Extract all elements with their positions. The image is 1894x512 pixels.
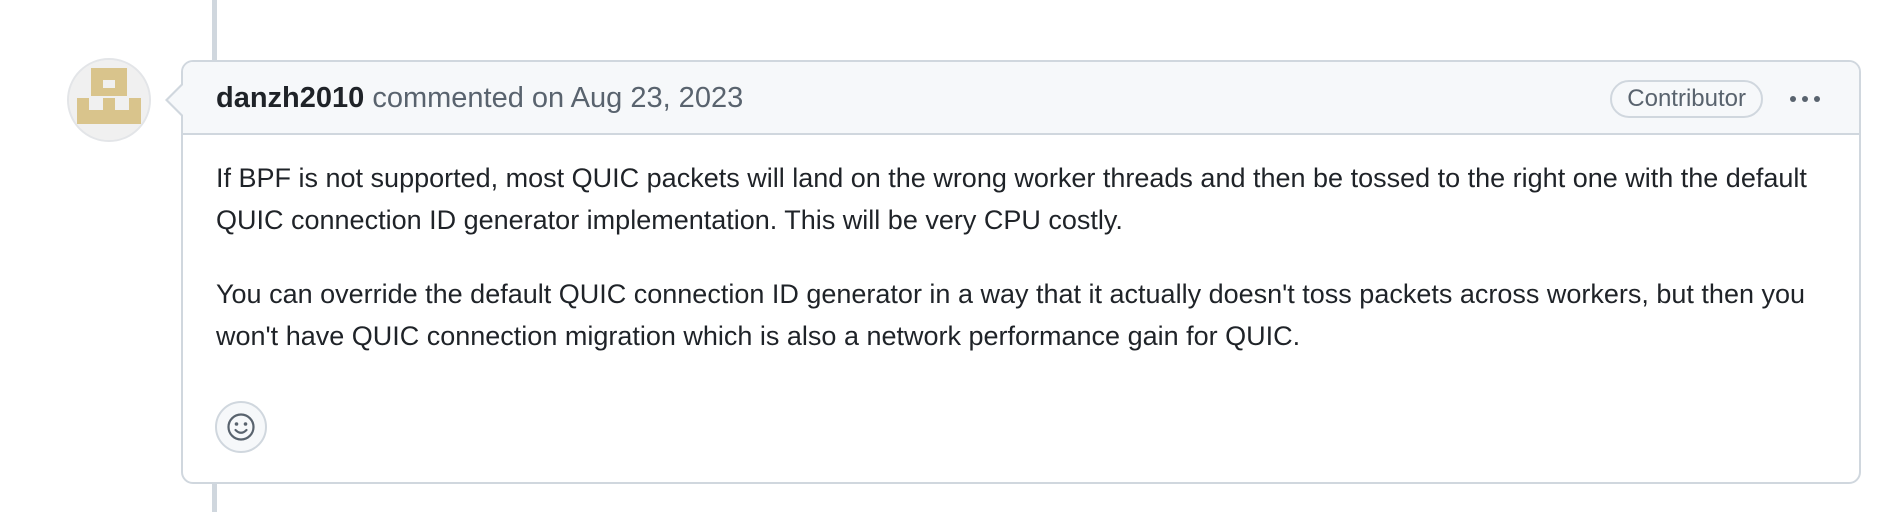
comment-paragraph: If BPF is not supported, most QUIC packe… [216, 163, 1807, 235]
kebab-horizontal-icon-dot-3 [1814, 96, 1820, 102]
comment-meta: danzh2010 commented on Aug 23, 2023 [216, 81, 743, 115]
comment-pointer-fill [168, 84, 184, 116]
comment-date-link[interactable]: Aug 23, 2023 [571, 82, 744, 114]
comment-body: If BPF is not supported, most QUIC packe… [216, 157, 1826, 389]
contributor-badge: Contributor [1610, 80, 1763, 118]
kebab-horizontal-icon-dot-2 [1802, 96, 1808, 102]
comment-action: commented on [372, 82, 565, 114]
comment-options-button[interactable] [1785, 82, 1825, 116]
avatar[interactable] [67, 58, 151, 142]
add-reaction-button[interactable] [215, 401, 267, 453]
kebab-horizontal-icon-dot-1 [1790, 96, 1796, 102]
smiley-icon [227, 413, 255, 441]
comment-header: danzh2010 commented on Aug 23, 2023 Cont… [183, 62, 1859, 135]
comment-paragraph: You can override the default QUIC connec… [216, 279, 1806, 351]
author-link[interactable]: danzh2010 [216, 82, 364, 114]
identicon-icon [69, 60, 149, 140]
comment-container: danzh2010 commented on Aug 23, 2023 Cont… [165, 60, 1861, 484]
